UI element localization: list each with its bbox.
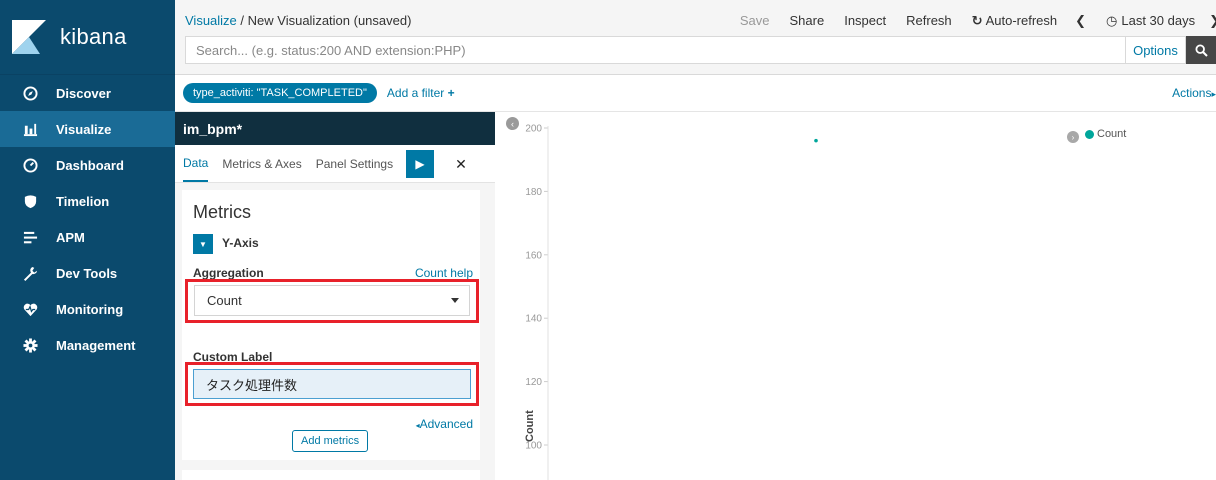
count-help-link[interactable]: Count help [415,266,473,280]
actions-link[interactable]: Actions▸ [1172,86,1216,100]
close-icon: ✕ [455,155,467,172]
top-menu: Save Share Inspect Refresh ↻ Auto-refresh… [720,13,1216,29]
chart-area: 200 180 160 140 120 100 ‹ › Count Count [500,112,1216,480]
tab-data[interactable]: Data [183,145,209,182]
auto-refresh-label: Auto-refresh [985,13,1058,28]
options-link[interactable]: Options [1126,36,1186,64]
actions-label: Actions [1172,86,1212,100]
buckets-card [182,470,480,480]
metrics-heading: Metrics [193,202,251,222]
custom-label-input[interactable]: タスク処理件数 [193,369,471,399]
sidebar-item-discover[interactable]: Discover [0,75,175,111]
editor-tabs: Data Metrics & Axes Panel Settings ▶ ✕ [175,145,495,183]
filter-bar: type_activiti: "TASK_COMPLETED" Add a fi… [175,75,1216,112]
top-bar: Visualize / New Visualization (unsaved) … [175,0,1216,75]
add-filter-label: Add a filter [386,86,445,100]
kibana-logo[interactable]: kibana [0,0,175,75]
aggregation-label: Aggregation [193,266,264,280]
y-tick-label: 120 [525,377,542,388]
yaxis-collapse-button[interactable]: ▼ [193,234,213,254]
sidebar-item-timelion[interactable]: Timelion [0,183,175,219]
breadcrumb: Visualize / New Visualization (unsaved) [185,13,411,28]
refresh-button[interactable]: Refresh [906,13,952,29]
tab-panel-settings[interactable]: Panel Settings [316,146,393,181]
sidebar-item-monitoring[interactable]: Monitoring [0,291,175,327]
sidebar-item-label: Timelion [56,193,110,209]
kibana-logo-icon [12,20,46,54]
chart-svg: 200 180 160 140 120 100 [525,124,818,480]
sidebar: kibana Discover Visualize Dashboard Timelio… [0,0,175,480]
sidebar-item-label: APM [56,229,85,245]
breadcrumb-visualize-link[interactable]: Visualize [185,13,237,28]
compass-icon [22,85,38,101]
aggregation-select[interactable]: Count [194,285,470,316]
apply-changes-button[interactable]: ▶ [406,150,434,178]
data-point[interactable] [814,138,818,143]
clock-icon: ◷ [1106,13,1118,28]
tab-metrics-axes[interactable]: Metrics & Axes [222,146,301,181]
gear-icon [22,337,38,353]
y-tick-label: 100 [525,441,542,452]
search-icon [1194,43,1208,57]
kibana-logo-text: kibana [60,24,127,49]
y-tick-label: 180 [525,187,542,198]
sidebar-item-label: Dashboard [56,157,124,173]
sidebar-item-label: Discover [56,85,111,101]
aggregation-value: Count [207,293,242,308]
advanced-label: Advanced [419,417,473,431]
sidebar-item-label: Visualize [56,121,112,137]
chevron-left-icon[interactable]: ❮ [1075,13,1086,29]
chevron-down-icon: ▼ [199,239,207,249]
time-picker-button[interactable]: ◷ Last 30 days [1106,13,1195,29]
share-button[interactable]: Share [790,13,825,29]
breadcrumb-separator: / [236,13,248,28]
legend-toggle-icon[interactable]: › [1067,131,1079,143]
refresh-icon: ↻ [971,13,983,28]
caret-right-icon: ▸ [1211,89,1216,99]
caret-down-icon [451,298,459,303]
sidebar-item-visualize[interactable]: Visualize [0,111,175,147]
yaxis-label: Y-Axis [222,236,259,250]
y-tick-label: 160 [525,250,542,261]
apm-icon [22,229,38,245]
auto-refresh-button[interactable]: ↻ Auto-refresh [972,13,1057,29]
sidebar-nav: Discover Visualize Dashboard Timelion APM Dev… [0,75,175,363]
search-button[interactable] [1186,36,1216,64]
legend-color-swatch [1085,130,1094,139]
play-icon: ▶ [415,157,425,171]
search-input[interactable]: Search... (e.g. status:200 AND extension… [185,36,1126,64]
vis-editor-panel: im_bpm* Data Metrics & Axes Panel Settin… [175,112,495,480]
sidebar-item-dev-tools[interactable]: Dev Tools [0,255,175,291]
shield-icon [22,193,38,209]
bar-chart-icon [22,121,38,137]
y-tick-label: 140 [525,314,542,325]
y-tick-label: 200 [525,124,542,135]
sidebar-item-management[interactable]: Management [0,327,175,363]
wrench-icon [22,265,38,281]
metrics-card: Metrics ▼ Y-Axis Aggregation Count help … [182,190,480,460]
breadcrumb-current: New Visualization (unsaved) [247,13,412,28]
chevron-right-icon[interactable]: ❯ [1209,13,1216,29]
save-button[interactable]: Save [740,13,770,29]
sidebar-item-label: Management [56,337,136,353]
inspect-button[interactable]: Inspect [844,13,886,29]
discard-changes-button[interactable]: ✕ [447,150,475,178]
filter-pill[interactable]: type_activiti: "TASK_COMPLETED" [183,83,377,103]
collapse-editor-icon[interactable]: ‹ [506,117,519,130]
time-range-label: Last 30 days [1121,13,1196,28]
add-filter-link[interactable]: Add a filter + [387,86,455,100]
sidebar-item-dashboard[interactable]: Dashboard [0,147,175,183]
legend-item-count[interactable]: Count [1097,128,1126,140]
heartbeat-icon [22,301,38,317]
sidebar-item-label: Monitoring [56,301,124,317]
vis-title: im_bpm* [175,112,495,145]
sidebar-item-label: Dev Tools [56,265,118,281]
sidebar-item-apm[interactable]: APM [0,219,175,255]
advanced-toggle-link[interactable]: ◂Advanced [416,417,473,431]
y-axis-title: Count [524,410,536,442]
dashboard-icon [22,157,38,173]
plus-icon: + [447,86,455,100]
search-row: Search... (e.g. status:200 AND extension… [185,36,1216,64]
add-metrics-button[interactable]: Add metrics [292,430,369,452]
